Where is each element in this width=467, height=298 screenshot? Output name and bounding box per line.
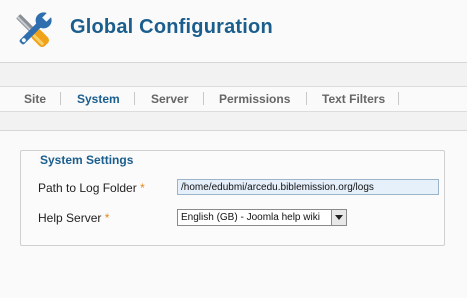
help-server-selected-value: English (GB) - Joomla help wiki [181, 212, 320, 223]
required-mark: * [104, 211, 110, 225]
help-server-select[interactable]: English (GB) - Joomla help wiki [177, 209, 347, 226]
log-folder-input[interactable]: /home/edubmi/arcedu.biblemission.org/log… [177, 179, 439, 195]
tab-divider [134, 92, 135, 105]
tab-divider [60, 92, 61, 105]
tab-divider [398, 92, 399, 105]
page-title: Global Configuration [70, 16, 273, 38]
log-folder-label-text: Path to Log Folder [38, 181, 137, 195]
tab-permissions[interactable]: Permissions [219, 87, 290, 111]
page-header: Global Configuration [0, 0, 467, 63]
required-mark: * [140, 181, 145, 195]
tab-text-filters[interactable]: Text Filters [322, 87, 385, 111]
help-server-label: Help Server * [38, 211, 109, 225]
tab-divider [203, 92, 204, 105]
log-folder-label: Path to Log Folder * [38, 181, 145, 195]
tab-server[interactable]: Server [151, 87, 188, 111]
section-legend: System Settings [38, 153, 136, 167]
tab-site[interactable]: Site [24, 87, 46, 111]
tab-bar: Site System Server Permissions Text Filt… [0, 86, 467, 112]
tab-divider [306, 92, 307, 105]
chevron-down-icon[interactable] [331, 210, 346, 225]
help-server-label-text: Help Server [38, 211, 102, 225]
tab-system[interactable]: System [77, 87, 120, 111]
tools-icon [16, 11, 53, 48]
